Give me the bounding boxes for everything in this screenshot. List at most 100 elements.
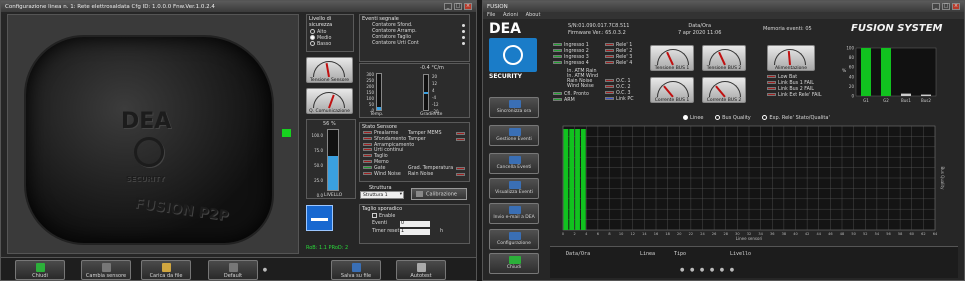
radio-icon[interactable]	[762, 115, 768, 120]
relay-lamp	[605, 43, 614, 46]
x-tick: 46	[828, 232, 832, 236]
y-tick: 40	[849, 74, 855, 79]
level-scale: 100.0 75.0 50.0 25.0 0.0	[309, 128, 323, 203]
x-tick: 2	[574, 232, 576, 236]
x-tick: 54	[875, 232, 880, 236]
exit-icon	[509, 256, 521, 264]
chevron-down-icon[interactable]: ▾	[400, 192, 402, 197]
event-header: Linea	[640, 251, 656, 257]
menu-file[interactable]: File	[487, 12, 495, 18]
change-sensor-button[interactable]: Cambia sensore	[81, 260, 131, 280]
level-label: LIVELLO	[324, 193, 343, 198]
grad-scale: 20 12 4 -4 -12 -20	[432, 73, 444, 115]
radio-bus-quality[interactable]: Bus Quality	[715, 115, 751, 121]
side-button-1[interactable]: Sincronizza ora	[489, 97, 539, 118]
event-header: Data/Ora	[566, 251, 591, 257]
bar	[881, 48, 891, 96]
enable-checkbox[interactable]	[372, 213, 377, 218]
device-info: S/N:01.090.017.7C8.511 Firmware Ver.: 65…	[568, 23, 630, 37]
x-tick: 36	[770, 232, 774, 236]
level-slider[interactable]	[327, 129, 339, 191]
radio-icon[interactable]	[715, 115, 721, 120]
state-lamp	[363, 154, 372, 158]
radio-icon[interactable]	[310, 41, 315, 46]
default-icon	[228, 263, 238, 272]
maximize-icon[interactable]: □	[942, 3, 950, 10]
temp-readout: -0.4 °C/m	[420, 65, 444, 71]
radio-relay-state[interactable]: Exp. Rele' Stato/Qualita'	[762, 115, 830, 121]
y-tick: 20	[849, 84, 855, 89]
sensor-state-label: Rain Noise	[408, 171, 434, 177]
close-icon[interactable]: ×	[952, 3, 960, 10]
grad-tick: -12	[432, 102, 439, 107]
sensor-icon	[101, 263, 111, 272]
x-tick: 52	[863, 232, 867, 236]
maximize-icon[interactable]: □	[454, 3, 462, 10]
radio-lines[interactable]: Linee	[683, 115, 704, 121]
close-icon[interactable]: ×	[464, 3, 472, 10]
logo-sub: SECURITY	[489, 73, 522, 80]
signal-event-counter-icon	[462, 42, 465, 45]
system-name: FUSION SYSTEM	[851, 23, 943, 34]
sensor-status-indicator	[282, 129, 291, 137]
side-button-6[interactable]: Configurazione	[489, 229, 539, 250]
fault-label: Low Bat	[778, 75, 798, 80]
io-block: Ingresso 1 Ingresso 2 Ingresso 3 Ingresso 4…	[553, 43, 653, 105]
side-button-3[interactable]: Cancella Eventi	[489, 153, 539, 174]
input-label: Ingresso 4	[564, 61, 589, 66]
level-tick: 75.0	[314, 148, 323, 153]
minimize-icon[interactable]: _	[444, 3, 452, 10]
radio-icon[interactable]	[310, 29, 315, 34]
state-lamp	[456, 172, 465, 176]
y-axis-label: %	[842, 68, 847, 74]
autotest-button[interactable]: Autotest	[396, 260, 446, 280]
minimize-icon[interactable]: _	[932, 3, 940, 10]
signal-event-label: Contatore Sfond.	[372, 23, 413, 28]
structure-select[interactable]: Struttura 1 ▾	[360, 191, 404, 199]
save-icon	[351, 263, 361, 272]
relay-lamp	[605, 55, 614, 58]
side-button-2[interactable]: Gestione Eventi	[489, 125, 539, 146]
menu-actions[interactable]: Azioni	[503, 12, 518, 18]
menu-about[interactable]: About	[526, 12, 541, 18]
event-table: Data/Ora Linea Tipo Livello ● ● ● ● ● ●	[550, 246, 958, 278]
save-file-button[interactable]: Salva su file	[331, 260, 381, 280]
load-file-button[interactable]: Carica da file	[141, 260, 191, 280]
close-button[interactable]: Chiudi	[15, 260, 65, 280]
x-tick: 58	[898, 232, 902, 236]
x-tick: Bus1	[901, 98, 911, 103]
side-button-7[interactable]: Chiudi	[489, 253, 539, 274]
bar	[569, 129, 575, 230]
security-option-low[interactable]: Basso	[307, 41, 353, 47]
events-input[interactable]: 0	[400, 221, 430, 227]
relay-label: Rele' 3	[616, 55, 633, 60]
timer-input[interactable]: 1	[400, 229, 430, 235]
bar	[861, 48, 871, 96]
bar	[901, 93, 911, 96]
calibrate-button[interactable]: Calibrazione	[411, 188, 467, 200]
radio-selected-icon[interactable]	[310, 35, 315, 40]
temperature-panel: -0.4 °C/m 300 250 200 150 100 50 0 Temp. 20 12 4…	[359, 63, 470, 118]
default-button[interactable]: Default	[208, 260, 258, 280]
side-button-5[interactable]: Invio e-mail a DEA	[489, 203, 539, 224]
y-axis-label: Bus Quality	[940, 167, 945, 191]
x-tick: 14	[642, 232, 647, 236]
device-image-area: DEA SECURITY FUSION P2P	[7, 14, 299, 254]
signal-events-panel: Eventi segnale Contatore Sfond. Contatore…	[359, 14, 470, 62]
dea-logo: DEA SECURITY	[489, 21, 541, 91]
side-button-4[interactable]: Visualizza Eventi	[489, 178, 539, 199]
datetime-label: Data/Ora	[688, 23, 712, 29]
sensor-state-label: Taglio	[374, 154, 388, 160]
footer-value: RoB: 1.1 PRoD: 2	[306, 245, 349, 251]
fusion-titlebar[interactable]: FUSION _ □ ×	[483, 1, 964, 12]
datetime-value: 7 apr 2020 11:06	[678, 30, 722, 36]
config-titlebar[interactable]: Configurazione linea n. 1: Rete elettros…	[1, 1, 476, 12]
sensor-state-label: Sfondamento	[374, 136, 407, 142]
side-button-label: Configurazione	[497, 241, 531, 246]
sporadic-panel: Taglio sporadico Enable Eventi 0 Timer r…	[359, 204, 470, 244]
enable-row[interactable]: Enable	[360, 213, 469, 219]
grad-label: Gradiente	[420, 112, 443, 117]
event-header: Tipo	[674, 251, 687, 257]
state-lamp	[456, 137, 465, 141]
radio-selected-icon[interactable]	[683, 115, 688, 120]
